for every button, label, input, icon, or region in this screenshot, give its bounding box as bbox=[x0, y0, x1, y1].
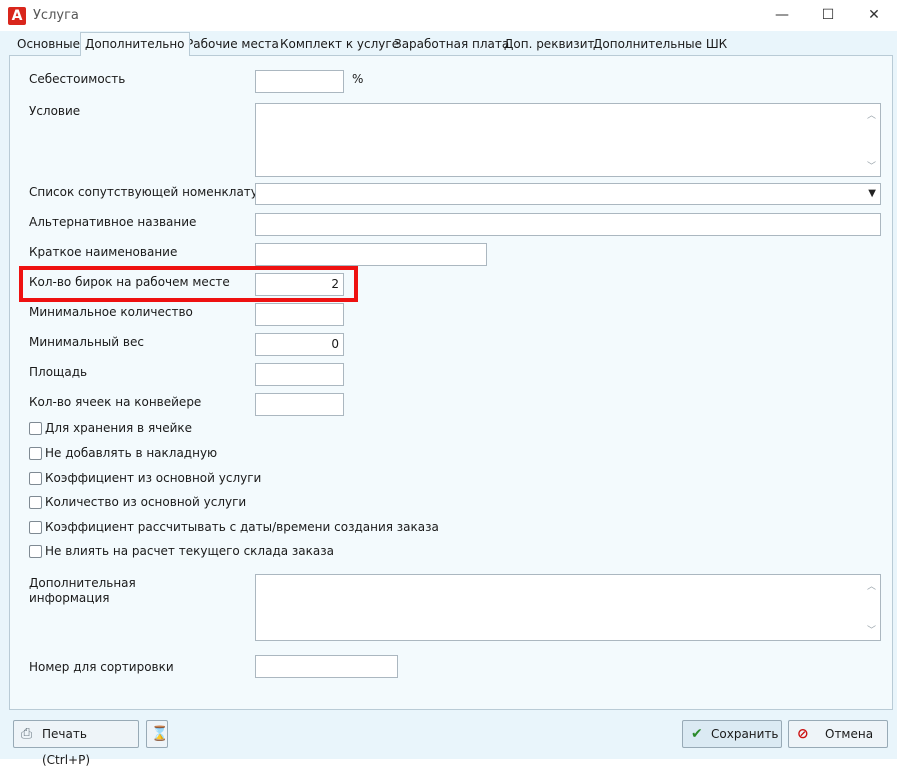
store-in-cell-checkbox[interactable] bbox=[29, 422, 42, 435]
additional-info-label-line2: информация bbox=[29, 591, 110, 605]
save-button[interactable]: ✔ Сохранить bbox=[682, 720, 782, 748]
area-field[interactable] bbox=[255, 363, 344, 386]
exclude-from-invoice-label[interactable]: Не добавлять в накладную bbox=[45, 446, 217, 460]
condition-scrollbar[interactable]: ︿ ﹀ bbox=[863, 104, 880, 176]
no-stock-impact-label[interactable]: Не влиять на расчет текущего склада зака… bbox=[45, 544, 334, 558]
dropdown-arrow-icon[interactable]: ▼ bbox=[868, 184, 876, 204]
scroll-up-icon[interactable]: ︿ bbox=[867, 108, 876, 121]
tab-main[interactable]: Основные bbox=[13, 35, 84, 55]
cost-field[interactable] bbox=[255, 70, 344, 93]
conveyor-cells-label: Кол-во ячеек на конвейере bbox=[29, 395, 202, 409]
min-weight-label: Минимальный вес bbox=[29, 335, 144, 349]
tab-service-kit[interactable]: Комплект к услуге bbox=[276, 35, 403, 55]
alt-name-field[interactable] bbox=[255, 213, 881, 236]
minimize-button[interactable]: — bbox=[759, 0, 805, 31]
sort-number-field[interactable] bbox=[255, 655, 398, 678]
tab-extra-barcodes[interactable]: Дополнительные ШК bbox=[589, 35, 731, 55]
tags-count-field[interactable]: 2 bbox=[255, 273, 344, 296]
coef-by-order-date-checkbox[interactable] bbox=[29, 521, 42, 534]
min-quantity-label: Минимальное количество bbox=[29, 305, 193, 319]
min-quantity-field[interactable] bbox=[255, 303, 344, 326]
tab-workplaces[interactable]: Рабочие места bbox=[182, 35, 283, 55]
scroll-down-icon[interactable]: ﹀ bbox=[867, 623, 876, 636]
cost-label: Себестоимость bbox=[29, 72, 126, 86]
sort-number-label: Номер для сортировки bbox=[29, 660, 174, 674]
title-bar: A Услуга — ☐ ✕ bbox=[0, 0, 897, 31]
window-title: Услуга bbox=[33, 8, 79, 23]
condition-label: Условие bbox=[29, 104, 81, 118]
condition-memo[interactable]: ︿ ﹀ bbox=[255, 103, 881, 177]
hourglass-button[interactable]: ⌛ bbox=[146, 720, 168, 748]
additional-info-scrollbar[interactable]: ︿ ﹀ bbox=[863, 575, 880, 640]
no-stock-impact-checkbox[interactable] bbox=[29, 545, 42, 558]
exclude-from-invoice-checkbox[interactable] bbox=[29, 447, 42, 460]
hourglass-icon: ⌛ bbox=[151, 726, 169, 742]
additional-info-label-line1: Дополнительная bbox=[29, 576, 136, 590]
app-logo-icon: A bbox=[8, 7, 26, 25]
cancel-button-label: Отмена bbox=[825, 727, 874, 741]
alt-name-label: Альтернативное название bbox=[29, 215, 197, 229]
qty-from-main-checkbox[interactable] bbox=[29, 496, 42, 509]
tags-count-label: Кол-во бирок на рабочем месте bbox=[29, 275, 230, 289]
print-button[interactable]: ⎙ Печать (Ctrl+P) bbox=[13, 720, 139, 767]
check-icon: ✔ bbox=[691, 726, 703, 742]
save-button-label: Сохранить bbox=[711, 727, 779, 741]
area-label: Площадь bbox=[29, 365, 88, 379]
scroll-up-icon[interactable]: ︿ bbox=[867, 579, 876, 592]
coef-by-order-date-label[interactable]: Коэффициент рассчитывать с даты/времени … bbox=[45, 520, 439, 534]
additional-info-memo[interactable]: ︿ ﹀ bbox=[255, 574, 881, 641]
min-weight-field[interactable]: 0 bbox=[255, 333, 344, 356]
print-button-label: Печать (Ctrl+P) bbox=[42, 727, 91, 767]
cancel-button[interactable]: ⊘ Отмена bbox=[788, 720, 888, 748]
qty-from-main-label[interactable]: Количество из основной услуги bbox=[45, 495, 246, 509]
tab-additional[interactable]: Дополнительно bbox=[80, 32, 190, 56]
coef-from-main-checkbox[interactable] bbox=[29, 472, 42, 485]
conveyor-cells-field[interactable] bbox=[255, 393, 344, 416]
related-list-dropdown[interactable]: ▼ bbox=[255, 183, 881, 205]
short-name-label: Краткое наименование bbox=[29, 245, 178, 259]
tab-extra-attribute[interactable]: Доп. реквизит bbox=[500, 35, 598, 55]
printer-icon: ⎙ bbox=[21, 726, 33, 742]
related-list-label: Список сопутствующей номенклатуры bbox=[29, 185, 275, 199]
tab-salary[interactable]: Заработная плата bbox=[390, 35, 513, 55]
scroll-down-icon[interactable]: ﹀ bbox=[867, 159, 876, 172]
maximize-button[interactable]: ☐ bbox=[805, 0, 851, 31]
close-button[interactable]: ✕ bbox=[851, 0, 897, 31]
cancel-icon: ⊘ bbox=[797, 726, 809, 742]
short-name-field[interactable] bbox=[255, 243, 487, 266]
cost-unit: % bbox=[352, 72, 364, 86]
store-in-cell-label[interactable]: Для хранения в ячейке bbox=[45, 421, 192, 435]
coef-from-main-label[interactable]: Коэффициент из основной услуги bbox=[45, 471, 261, 485]
